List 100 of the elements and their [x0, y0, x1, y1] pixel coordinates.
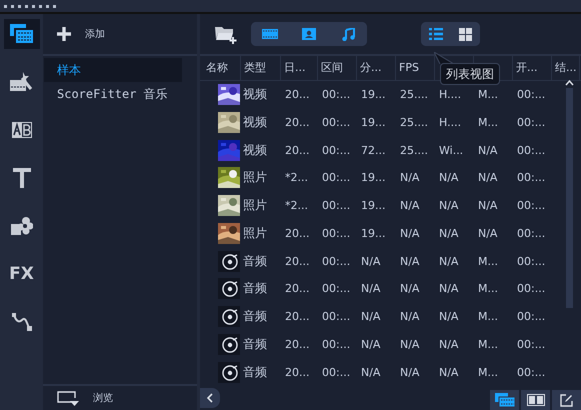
table-cell-text: 视频 — [242, 142, 268, 159]
table-cell-text: 20... — [284, 144, 310, 157]
table-cell-text: 音频 — [242, 336, 268, 353]
column-header[interactable]: 分... — [357, 56, 396, 80]
table-cell-text: N/A — [399, 310, 420, 324]
panel-toggle-button[interactable] — [552, 390, 581, 410]
plus-icon — [57, 27, 71, 41]
column-header[interactable]: 日... — [281, 56, 318, 80]
table-cell-text: H.... — [438, 88, 462, 102]
add-button[interactable]: 添加 — [57, 27, 105, 41]
table-cell-text: M... — [477, 338, 499, 351]
table-cell-text: N/A — [438, 254, 460, 268]
table-cell-text: 20... — [284, 88, 310, 102]
column-header[interactable]: 结... — [552, 56, 580, 80]
table-cell-text: 00:... — [321, 144, 352, 157]
table-cell-text: 20... — [284, 282, 310, 296]
table-cell-text: N/A — [477, 199, 498, 212]
table-cell-text: 00:... — [321, 254, 352, 268]
table-cell-text: 00:... — [516, 366, 546, 379]
table-cell-text: N/A — [399, 226, 420, 240]
table-cell-text: Wi... — [438, 144, 464, 157]
table-cell-text: 视频 — [242, 114, 268, 131]
ab-transition-icon — [12, 122, 32, 138]
table-cell-text: 20... — [284, 226, 310, 240]
table-cell-text: M... — [477, 310, 499, 324]
table-cell-text: 00:... — [321, 88, 352, 102]
table-cell-text: 音频 — [242, 280, 268, 298]
add-folder-icon[interactable] — [215, 24, 237, 44]
edit-icon — [560, 394, 573, 406]
table-cell-text: 00:... — [516, 338, 546, 351]
collapse-button[interactable] — [200, 388, 220, 408]
split-panel-icon — [526, 394, 544, 406]
table-cell-text: N/A — [399, 254, 420, 268]
table-cell-text: N/A — [399, 338, 420, 351]
table-cell-text: M... — [477, 366, 499, 379]
table-cell-text: H.... — [438, 116, 462, 129]
library-item[interactable]: 样本 — [44, 58, 182, 82]
table-cell-text: *2... — [284, 171, 309, 184]
table-cell-text: 19... — [360, 226, 386, 240]
table-cell-text: N/A — [360, 338, 382, 351]
table-cell-text: N/A — [399, 282, 420, 296]
music-note-icon — [342, 28, 354, 40]
media-library-icon — [10, 24, 34, 44]
table-cell-text: 25.... — [399, 88, 429, 102]
table-cell-text: 19... — [360, 171, 386, 184]
table-cell-text: 00:... — [516, 144, 546, 157]
list-view-icon — [428, 28, 442, 40]
table-cell-text: N/A — [360, 366, 382, 379]
table-cell-text: 20... — [284, 310, 310, 324]
table-cell-text: 00:... — [321, 310, 352, 324]
table-cell-text: M... — [477, 254, 499, 268]
table-cell-text: 00:... — [516, 310, 546, 324]
table-cell-text: 20... — [284, 338, 310, 351]
column-header[interactable]: 类型 — [241, 56, 281, 80]
table-cell-text: 音频 — [242, 252, 268, 270]
clapper-wand-icon — [10, 72, 34, 92]
table-cell-text: 照片 — [242, 197, 268, 214]
table-cell-text: N/A — [477, 226, 498, 240]
table-cell-text: 00:... — [321, 199, 352, 212]
table-cell-text: N/A — [399, 171, 420, 184]
browse-button[interactable]: 浏览 — [57, 390, 113, 406]
grid-view-icon — [459, 28, 472, 40]
column-header[interactable]: 开... — [513, 56, 552, 80]
table-cell-text: N/A — [399, 199, 420, 212]
column-header[interactable]: 区间 — [318, 56, 357, 80]
table-cell-text: 照片 — [242, 224, 268, 242]
table-cell-text: N/A — [438, 282, 460, 296]
table-cell-text: 00:... — [321, 366, 352, 379]
table-cell-text: 00:... — [321, 338, 352, 351]
chevron-left-icon — [207, 393, 213, 403]
table-cell-text: 00:... — [516, 88, 546, 102]
table-cell-text: 00:... — [516, 116, 546, 129]
table-cell-text: 音频 — [242, 308, 268, 326]
table-cell-text: 19... — [360, 88, 386, 102]
column-header[interactable]: FPS — [396, 56, 435, 80]
panel-toggle-button[interactable] — [521, 390, 550, 410]
table-cell-text: 00:... — [321, 171, 352, 184]
table-cell-text: N/A — [477, 171, 498, 184]
table-cell-text: N/A — [438, 171, 460, 184]
table-cell-text: N/A — [438, 338, 460, 351]
panel-grip[interactable] — [0, 0, 581, 14]
table-cell-text: N/A — [360, 310, 382, 324]
media-library-icon — [494, 393, 514, 407]
table-cell-text: 20... — [284, 254, 310, 268]
table-cell-text: 00:... — [516, 254, 546, 268]
table-cell-text: 00:... — [516, 171, 546, 184]
sidebar-tab[interactable]: FX — [4, 259, 40, 289]
table-cell-text: M... — [477, 88, 499, 102]
table-cell-text: N/A — [438, 310, 460, 324]
scroll-up-icon[interactable] — [565, 80, 574, 86]
table-cell-text: 视频 — [242, 86, 268, 104]
table-cell-text: 音频 — [242, 364, 268, 381]
table-cell-text: 72... — [360, 144, 386, 157]
panel-toggle-button[interactable] — [490, 390, 519, 410]
table-cell-text: M... — [477, 282, 499, 296]
sidebar-tab[interactable] — [4, 19, 40, 49]
column-header[interactable]: 名称 — [203, 56, 241, 80]
table-cell-text: 19... — [360, 199, 386, 212]
filmstrip-icon — [262, 29, 278, 39]
library-item[interactable]: ScoreFitter 音乐 — [44, 82, 182, 106]
